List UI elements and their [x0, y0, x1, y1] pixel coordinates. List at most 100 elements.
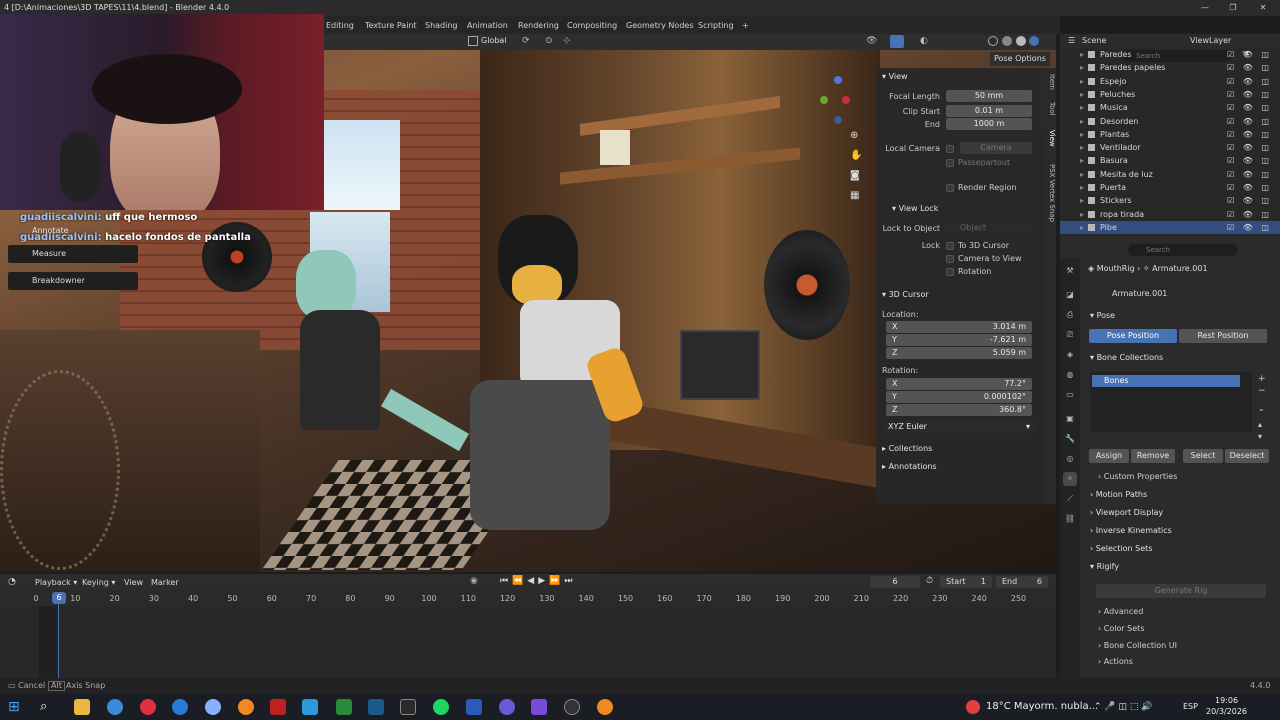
expand-arrow-icon[interactable]: ▸ [1080, 168, 1084, 181]
gizmo-neg-z-dot[interactable] [834, 116, 842, 124]
playhead-line[interactable] [58, 604, 59, 678]
start-frame-field[interactable]: Start 1 [940, 576, 992, 588]
expand-arrow-icon[interactable]: ▸ [1080, 128, 1084, 141]
solid-shading-icon[interactable] [1002, 36, 1012, 46]
gizmo-x-dot[interactable] [842, 96, 850, 104]
expand-arrow-icon[interactable]: ▸ [1080, 141, 1084, 154]
tool-tab-icon[interactable]: ⚒ [1063, 264, 1077, 278]
blender-launcher-icon[interactable] [238, 699, 254, 715]
weather-text[interactable]: 18°C Mayorm. nubla... [986, 694, 1098, 720]
expand-arrow-icon[interactable]: ▸ [1080, 115, 1084, 128]
selection-sets-header[interactable]: › Selection Sets [1090, 544, 1152, 553]
outliner-row[interactable]: ▸ Mesita de luz ☑ 👁 ◫ [1060, 168, 1280, 181]
tab-editing[interactable]: Editing [326, 19, 354, 32]
opera-icon[interactable] [140, 699, 156, 715]
annotations-header[interactable]: ▸ Annotations [882, 462, 937, 471]
3d-cursor-header[interactable]: ▾ 3D Cursor [882, 290, 929, 299]
outliner-row[interactable]: ▸ Pibe ☑ 👁 ◫ [1060, 220, 1280, 234]
view-panel-header[interactable]: ▾ View [882, 72, 908, 81]
gizmo-y-dot[interactable] [820, 96, 828, 104]
playhead-frame-label[interactable]: 6 [52, 592, 66, 604]
local-camera-toggle[interactable] [946, 144, 958, 153]
cursor-location-x[interactable]: X 3.014 m [886, 321, 1032, 333]
playback-controls[interactable]: ⏮⏪◀▶⏩⏭ [500, 576, 576, 586]
tab-scripting[interactable]: Scripting [698, 19, 734, 32]
collection-specials-icon[interactable]: ⌄ [1258, 404, 1265, 413]
actions-header[interactable]: › Actions [1098, 657, 1133, 666]
custom-properties-header[interactable]: › Custom Properties [1098, 472, 1177, 481]
timeline[interactable]: 0 10 20 30 40 50 60 70 80 90 100 110 120 130 140 150 160… [0, 590, 1056, 678]
cursor-location-y[interactable]: Y -7.621 m [886, 334, 1032, 346]
tool-annotate[interactable]: Annotate [8, 222, 138, 240]
world-tab-icon[interactable]: ◍ [1063, 368, 1077, 382]
tab-rendering[interactable]: Rendering [518, 19, 559, 32]
pose-options-button[interactable]: Pose Options [990, 52, 1050, 66]
expand-arrow-icon[interactable]: ▸ [1080, 181, 1084, 194]
scene-label[interactable]: Scene [1082, 36, 1106, 45]
playback-menu[interactable]: Playback ▾ [35, 578, 77, 587]
visibility-toggles[interactable]: ☑ 👁 ◫ [1227, 154, 1272, 167]
navigation-gizmo[interactable] [812, 70, 862, 130]
discord-icon[interactable] [499, 699, 515, 715]
outliner-row[interactable]: ▸ Ventilador ☑ 👁 ◫ [1060, 141, 1280, 154]
add-collection-icon[interactable]: + [1258, 374, 1266, 384]
camera-icon[interactable]: ◙ [850, 170, 860, 181]
timeline-editor-icon[interactable]: ◔ [8, 577, 16, 587]
file-explorer-icon[interactable] [74, 699, 90, 715]
tray-icons[interactable]: ⌃ 🎤 ◫ ⬚ 🔊 [1094, 694, 1152, 720]
edge-icon[interactable] [172, 699, 188, 715]
pan-hand-icon[interactable]: ✋ [850, 150, 862, 161]
visibility-toggles[interactable]: ☑ 👁 ◫ [1227, 115, 1272, 128]
tab-animation[interactable]: Animation [467, 19, 508, 32]
expand-arrow-icon[interactable]: ▸ [1080, 221, 1084, 234]
add-workspace-button[interactable]: + [742, 19, 749, 32]
expand-arrow-icon[interactable]: ▸ [1080, 194, 1084, 207]
marker-menu[interactable]: Marker [151, 578, 179, 587]
render-region-checkbox[interactable]: Render Region [946, 183, 1016, 192]
select-button[interactable]: Select [1183, 449, 1223, 463]
visibility-toggles[interactable]: ☑ 👁 ◫ [1227, 75, 1272, 88]
gizmo-toggle-icon[interactable] [890, 35, 904, 48]
expand-arrow-icon[interactable]: ▸ [1080, 48, 1084, 61]
move-up-icon[interactable]: ▴ [1258, 420, 1262, 429]
tab-texture-paint[interactable]: Texture Paint [365, 19, 417, 32]
lock-to-object-field[interactable]: Object [946, 222, 1032, 234]
language-indicator[interactable]: ESP [1183, 694, 1198, 720]
tab-compositing[interactable]: Compositing [567, 19, 617, 32]
assign-button[interactable]: Assign [1089, 449, 1129, 463]
rendered-shading-icon[interactable] [1029, 36, 1039, 46]
visibility-icon[interactable]: 👁 [866, 36, 877, 46]
word-icon[interactable] [466, 699, 482, 715]
tab-shading[interactable]: Shading [425, 19, 458, 32]
visibility-toggles[interactable]: ☑ 👁 ◫ [1227, 88, 1272, 101]
blender-icon[interactable] [597, 699, 613, 715]
expand-arrow-icon[interactable]: ▸ [1080, 154, 1084, 167]
obs-icon[interactable] [564, 699, 580, 715]
armature-name-field[interactable]: Armature.001 [1108, 288, 1260, 300]
photos-icon[interactable] [302, 699, 318, 715]
to-3d-cursor-checkbox[interactable]: To 3D Cursor [946, 241, 1009, 250]
overlay-icon[interactable]: ◐ [920, 36, 928, 46]
visibility-toggles[interactable]: ☑ 👁 ◫ [1227, 168, 1272, 181]
visibility-toggles[interactable]: ☑ 👁 ◫ [1227, 128, 1272, 141]
output-tab-icon[interactable]: ⎙ [1063, 308, 1077, 322]
gizmo-z-dot[interactable] [834, 76, 842, 84]
visibility-toggles[interactable]: ☑ 👁 ◫ [1227, 48, 1272, 61]
rotation-lock-checkbox[interactable]: Rotation [946, 267, 991, 276]
search-icon[interactable]: ⌕ [40, 699, 56, 715]
close-button[interactable]: ✕ [1248, 0, 1278, 16]
inverse-kinematics-header[interactable]: › Inverse Kinematics [1090, 526, 1172, 535]
outliner-row[interactable]: ▸ Espejo ☑ 👁 ◫ [1060, 75, 1280, 88]
outliner-row[interactable]: ▸ Plantas ☑ 👁 ◫ [1060, 128, 1280, 141]
outliner-row[interactable]: ▸ Stickers ☑ 👁 ◫ [1060, 194, 1280, 207]
chrome-icon[interactable] [107, 699, 123, 715]
motion-paths-header[interactable]: › Motion Paths [1090, 490, 1147, 499]
modifier-tab-icon[interactable]: 🔧 [1063, 432, 1077, 446]
outliner-row[interactable]: ▸ Peluches ☑ 👁 ◫ [1060, 88, 1280, 101]
outliner-row[interactable]: ▸ Desorden ☑ 👁 ◫ [1060, 115, 1280, 128]
tab-geometry-nodes[interactable]: Geometry Nodes [626, 19, 693, 32]
visibility-toggles[interactable]: ☑ 👁 ◫ [1227, 194, 1272, 207]
visibility-toggles[interactable]: ☑ 👁 ◫ [1227, 141, 1272, 154]
view-layer-label[interactable]: ViewLayer [1190, 36, 1231, 45]
move-down-icon[interactable]: ▾ [1258, 432, 1262, 441]
